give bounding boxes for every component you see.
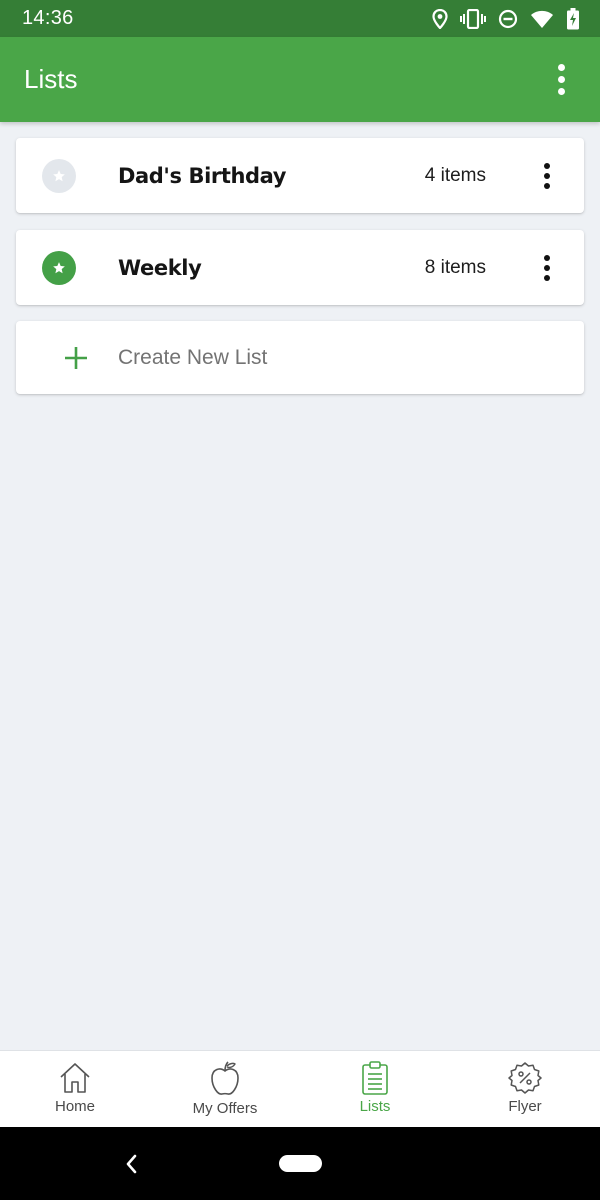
list-options-button[interactable] xyxy=(532,246,562,290)
clipboard-list-icon xyxy=(362,1061,388,1095)
app-bar: Lists xyxy=(0,37,600,122)
plus-icon xyxy=(65,346,87,369)
list-options-button[interactable] xyxy=(532,154,562,198)
star-icon xyxy=(53,169,65,181)
page-title: Lists xyxy=(24,64,78,94)
status-bar: 14:36 xyxy=(0,0,600,37)
location-icon xyxy=(432,8,448,29)
nav-flyer[interactable]: Flyer xyxy=(450,1051,600,1127)
bottom-nav: Home My Offers Lists Flyer xyxy=(0,1050,600,1127)
vibrate-icon xyxy=(460,8,486,29)
nav-my-offers[interactable]: My Offers xyxy=(150,1051,300,1127)
more-vert-icon xyxy=(544,254,550,261)
back-icon[interactable] xyxy=(120,1151,142,1177)
list-card-dads-birthday[interactable]: Dad's Birthday 4 items xyxy=(16,138,584,213)
percent-badge-icon xyxy=(508,1062,542,1094)
apple-icon xyxy=(211,1061,239,1095)
favorite-toggle[interactable] xyxy=(42,158,76,193)
overflow-menu-button[interactable] xyxy=(546,60,576,100)
home-gesture-pill[interactable] xyxy=(279,1155,322,1172)
list-item-count: 8 items xyxy=(424,256,486,278)
lists-content: Dad's Birthday 4 items Weekly 8 items Cr… xyxy=(0,122,600,1050)
create-new-list-label: Create New List xyxy=(118,345,268,369)
more-vert-icon xyxy=(557,64,565,71)
battery-charging-icon xyxy=(567,7,579,29)
favorite-toggle[interactable] xyxy=(42,250,76,285)
more-vert-icon xyxy=(544,162,550,169)
nav-home[interactable]: Home xyxy=(0,1051,150,1127)
wifi-icon xyxy=(531,10,553,28)
list-item-count: 4 items xyxy=(424,164,486,186)
star-icon xyxy=(53,261,65,273)
nav-flyer-label: Flyer xyxy=(508,1098,542,1115)
nav-home-label: Home xyxy=(54,1098,95,1115)
system-nav-bar xyxy=(0,1127,600,1200)
do-not-disturb-icon xyxy=(498,9,518,28)
list-name: Dad's Birthday xyxy=(118,163,287,188)
create-new-list-button[interactable]: Create New List xyxy=(16,321,584,394)
home-icon xyxy=(60,1063,90,1093)
status-time: 14:36 xyxy=(22,7,74,29)
nav-lists[interactable]: Lists xyxy=(300,1051,450,1127)
nav-lists-label: Lists xyxy=(359,1098,391,1115)
nav-my-offers-label: My Offers xyxy=(192,1100,258,1117)
list-name: Weekly xyxy=(118,255,202,280)
status-icons xyxy=(432,7,580,30)
list-card-weekly[interactable]: Weekly 8 items xyxy=(16,230,584,305)
